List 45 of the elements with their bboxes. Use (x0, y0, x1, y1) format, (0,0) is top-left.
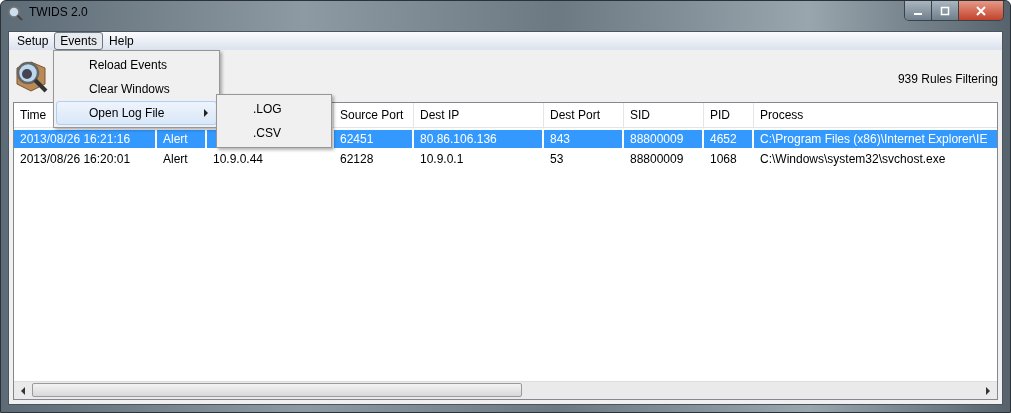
table-cell: 843 (544, 130, 624, 148)
menu-item[interactable]: Events (54, 32, 104, 50)
scroll-thumb[interactable] (32, 383, 522, 397)
column-header[interactable]: PID (704, 103, 754, 127)
table-cell: 62451 (334, 130, 414, 148)
close-button[interactable] (959, 1, 1003, 20)
minimize-icon (914, 12, 922, 15)
menu-item[interactable]: Clear Windows (56, 77, 217, 101)
table-cell: 4652 (704, 130, 754, 148)
column-header[interactable]: Process (754, 103, 997, 127)
table-cell: Alert (157, 130, 207, 148)
window-title: TWIDS 2.0 (29, 5, 88, 19)
scroll-left-icon[interactable] (20, 386, 26, 395)
menu-item[interactable]: Help (103, 32, 140, 50)
menu-item[interactable]: Open Log File (56, 101, 217, 125)
menu-item[interactable]: .CSV (219, 121, 329, 145)
horizontal-scrollbar[interactable] (14, 381, 997, 399)
table-cell-text: 1068 (709, 151, 738, 168)
table-cell-text: 10.9.0.44 (212, 151, 265, 168)
table-cell-text: 88800009 (629, 151, 685, 168)
table-cell: 88800009 (624, 130, 704, 148)
table-cell-text: 2013/08/26 16:20:01 (19, 151, 132, 168)
column-header[interactable]: Dest Port (544, 103, 624, 127)
magnifier-box-icon[interactable] (13, 58, 49, 94)
table-cell-text: 53 (549, 151, 565, 168)
app-icon (7, 5, 23, 21)
scroll-right-icon[interactable] (985, 386, 991, 395)
menu-item[interactable]: Setup (11, 32, 55, 50)
table-cell-text: 10.9.0.1 (419, 151, 465, 168)
table-cell: 80.86.106.136 (414, 130, 544, 148)
minimize-button[interactable] (905, 1, 932, 20)
table-cell: C:\Program Files (x86)\Internet Explorer\IE (754, 130, 997, 148)
column-header[interactable]: Source Port (334, 103, 414, 127)
table-cell-text: C:\Windows\system32\svchost.exe (759, 151, 947, 168)
rules-status: 939 Rules Filtering (897, 72, 998, 86)
column-header[interactable]: SID (624, 103, 704, 127)
table-cell: 2013/08/26 16:21:16 (14, 130, 157, 148)
close-icon (976, 5, 986, 16)
table-cell-text: Alert (162, 151, 189, 168)
maximize-icon (940, 5, 950, 16)
menu-item[interactable]: Reload Events (56, 53, 217, 77)
menu-item[interactable]: .LOG (219, 97, 329, 121)
table-cell-text: 62128 (339, 151, 375, 168)
maximize-button[interactable] (932, 1, 959, 20)
column-header[interactable]: Dest IP (414, 103, 544, 127)
